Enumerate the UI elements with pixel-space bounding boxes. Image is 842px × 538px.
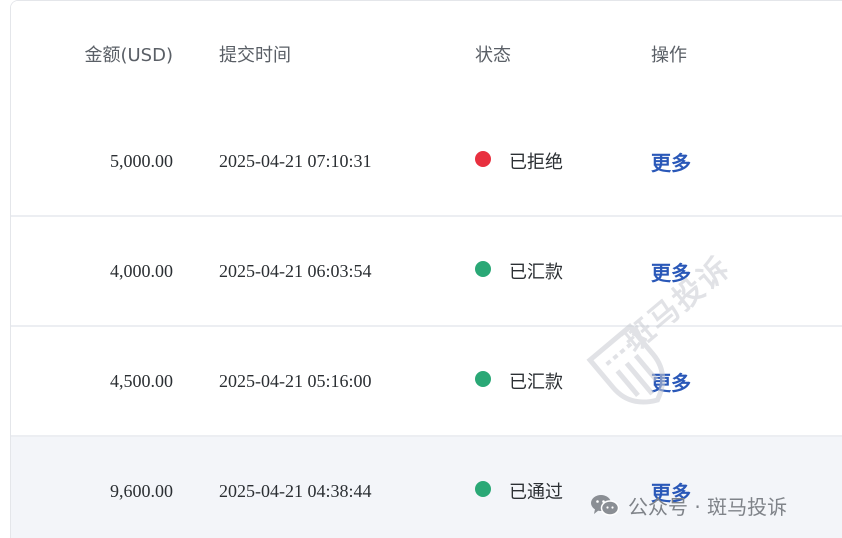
amount-value: 4,500.00 [110,370,173,391]
header-time-cell: 提交时间 [219,1,459,107]
status-dot-icon [475,151,491,167]
more-link[interactable]: 更多 [651,367,691,396]
wechat-icon [591,495,620,516]
amount-cell: 9,600.00 [11,437,173,538]
status-dot-icon [475,481,491,497]
status-dot-icon [475,261,491,277]
footer-brand: 公众号 · 斑马投诉 [590,487,787,523]
submit-time: 2025-04-21 04:38:44 [219,480,372,501]
table-row: 5,000.00 2025-04-21 07:10:31 已拒绝 更多 [11,107,842,217]
header-amount-cell: 金额(USD) [11,1,173,107]
status-text: 已拒绝 [509,152,563,173]
amount-value: 9,600.00 [110,480,173,501]
action-cell: 更多 [651,327,791,435]
submit-time: 2025-04-21 07:10:31 [219,150,372,171]
status-text: 已汇款 [509,372,563,393]
amount-cell: 5,000.00 [11,107,173,215]
withdrawal-table: 金额(USD) 提交时间 状态 操作 5,000.00 2025-04-21 0… [10,0,842,538]
header-action-cell: 操作 [651,1,791,107]
more-link[interactable]: 更多 [651,257,691,286]
time-cell: 2025-04-21 04:38:44 [219,437,459,538]
status-cell: 已汇款 [475,327,635,435]
status-text: 已通过 [509,482,563,503]
footer-brand-label: 公众号 · 斑马投诉 [628,494,788,519]
status-cell: 已拒绝 [475,107,635,215]
header-amount: 金额(USD) [84,45,173,66]
amount-cell: 4,500.00 [11,327,173,435]
status-cell: 已汇款 [475,217,635,325]
time-cell: 2025-04-21 06:03:54 [219,217,459,325]
header-action: 操作 [651,45,687,66]
more-link[interactable]: 更多 [651,147,691,176]
header-status: 状态 [475,45,511,66]
time-cell: 2025-04-21 05:16:00 [219,327,459,435]
amount-value: 4,000.00 [110,260,173,281]
amount-cell: 4,000.00 [11,217,173,325]
time-cell: 2025-04-21 07:10:31 [219,107,459,215]
submit-time: 2025-04-21 06:03:54 [219,260,372,281]
table-header: 金额(USD) 提交时间 状态 操作 [11,1,842,109]
action-cell: 更多 [651,107,791,215]
header-time: 提交时间 [219,45,291,66]
header-status-cell: 状态 [475,1,635,107]
amount-value: 5,000.00 [110,150,173,171]
status-text: 已汇款 [509,262,563,283]
submit-time: 2025-04-21 05:16:00 [219,370,372,391]
table-row: 4,000.00 2025-04-21 06:03:54 已汇款 更多 [11,217,842,327]
table-row: 4,500.00 2025-04-21 05:16:00 已汇款 更多 [11,327,842,437]
action-cell: 更多 [651,217,791,325]
status-dot-icon [475,371,491,387]
page: 金额(USD) 提交时间 状态 操作 5,000.00 2025-04-21 0… [0,0,842,538]
